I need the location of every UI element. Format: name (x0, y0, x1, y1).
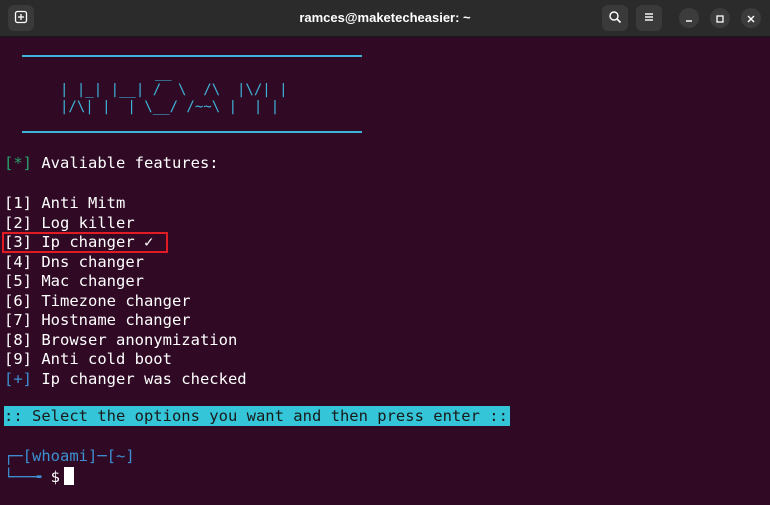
prompt-prefix: └──╼ (4, 467, 42, 486)
ascii-logo: __ | |_| |__| / \ /\ |\/| | |/\| | | \__/… (40, 65, 288, 116)
minimize-button[interactable] (679, 8, 699, 28)
list-item: [8] Browser anonymization (4, 330, 238, 349)
features-marker: [*] (4, 154, 32, 172)
search-icon (608, 9, 622, 28)
logo-line-2: | |_| |__| / \ /\ |\/| | (60, 82, 288, 98)
prompt-symbol: $ (41, 467, 60, 486)
list-item: [2] Log killer (4, 213, 135, 232)
list-item: [5] Mac changer (4, 272, 144, 290)
list-item: [9] Anti cold boot (4, 350, 172, 368)
prompt-line-2[interactable]: └──╼ $ (4, 466, 74, 487)
checked-marker: [+] (4, 369, 32, 388)
prompt-line-1: ┌─[whoami]─[~] (4, 447, 135, 465)
features-header: [*] Avaliable features: (4, 154, 219, 173)
selected-item-highlight (2, 232, 168, 253)
terminal-body[interactable]: __ | |_| |__| / \ /\ |\/| | |/\| | | \__/… (0, 37, 770, 505)
maximize-button[interactable] (710, 8, 730, 28)
checked-status-line: [+] Ip changer was checked (4, 370, 247, 389)
menu-button[interactable] (636, 5, 662, 31)
close-button[interactable] (741, 8, 761, 28)
list-item: [4] Dns changer (4, 252, 144, 271)
text-cursor (64, 466, 74, 485)
list-item: [6] Timezone changer (4, 291, 191, 310)
logo-line-1: __ (138, 65, 223, 81)
list-item: [7] Hostname changer (4, 311, 191, 329)
maximize-icon (715, 9, 725, 28)
hamburger-menu-icon (642, 9, 656, 28)
close-icon (746, 9, 756, 28)
minimize-icon (684, 9, 694, 28)
search-button[interactable] (602, 5, 628, 31)
checked-text: Ip changer was checked (32, 369, 247, 388)
instruction-banner: :: Select the options you want and then … (4, 406, 510, 426)
features-title: Avaliable features: (32, 154, 219, 172)
logo-top-rule (22, 55, 362, 57)
logo-bottom-rule (22, 131, 362, 133)
title-bar: ramces@maketecheasier: ~ (0, 0, 770, 37)
logo-line-3: |/\| | | \__/ /~~\ | | | (60, 99, 280, 115)
list-item: [1] Anti Mitm (4, 194, 126, 212)
